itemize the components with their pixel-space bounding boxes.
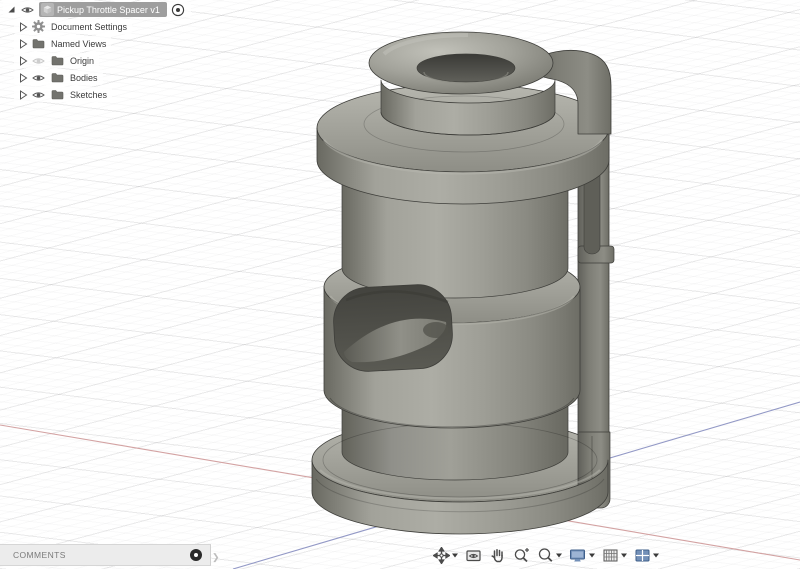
folder-icon [48, 89, 67, 100]
caret-down-icon [588, 552, 595, 560]
expand-arrow-icon[interactable] [16, 89, 29, 101]
caret-down-icon [555, 552, 562, 560]
browser-item-named-views[interactable]: Named Views [14, 36, 112, 51]
x-axis-line [0, 424, 800, 561]
layout-grid-button[interactable] [600, 546, 629, 565]
item-label: Named Views [51, 38, 107, 49]
expand-arrow-icon[interactable] [16, 55, 29, 67]
comments-chevron-icon[interactable]: ❯ [212, 552, 220, 563]
item-label: Bodies [70, 72, 98, 83]
look-at-button[interactable] [463, 546, 484, 565]
root-selection-chip[interactable]: Pickup Throttle Spacer v1 [39, 2, 167, 17]
look-at-icon [466, 550, 481, 562]
comments-bar[interactable]: COMMENTS [0, 544, 211, 566]
fit-button[interactable] [535, 546, 564, 565]
browser-item-origin[interactable]: Origin [14, 53, 100, 68]
comments-expand-icon[interactable] [190, 549, 202, 561]
item-label: Origin [70, 55, 95, 66]
caret-down-icon [652, 552, 659, 560]
layout-grid-icon [603, 549, 618, 562]
root-label: Pickup Throttle Spacer v1 [57, 4, 160, 15]
viewports-icon [635, 549, 650, 562]
browser-root-row[interactable]: Pickup Throttle Spacer v1 [3, 2, 191, 17]
comments-label: COMMENTS [13, 550, 66, 560]
browser-item-bodies[interactable]: Bodies [14, 70, 103, 85]
item-label: Sketches [70, 89, 108, 100]
component-icon [41, 3, 54, 16]
zoom-icon [514, 548, 529, 563]
folder-icon [48, 72, 67, 83]
navigation-toolbar [431, 546, 661, 565]
fit-icon [538, 548, 553, 562]
pan-button[interactable] [487, 546, 508, 565]
caret-down-icon [451, 552, 458, 560]
display-settings-icon [570, 549, 585, 562]
gear-icon [29, 20, 48, 33]
browser-item-document-settings[interactable]: Document Settings [14, 19, 133, 34]
activate-radio-icon[interactable] [171, 3, 186, 17]
zoom-button[interactable] [511, 546, 532, 565]
collapse-triangle-icon[interactable] [5, 4, 18, 15]
eye-icon[interactable] [18, 4, 37, 16]
browser-item-sketches[interactable]: Sketches [14, 87, 113, 102]
viewports-button[interactable] [632, 546, 661, 565]
eye-hidden-icon[interactable] [29, 55, 48, 67]
browser-tree: Pickup Throttle Spacer v1 Document Setti… [3, 2, 191, 102]
caret-down-icon [620, 552, 627, 560]
expand-arrow-icon[interactable] [16, 38, 29, 50]
item-label: Document Settings [51, 21, 128, 32]
orbit-icon [433, 547, 450, 564]
eye-icon[interactable] [29, 72, 48, 84]
model-body [311, 31, 615, 535]
display-settings-button[interactable] [567, 546, 597, 565]
pan-icon [491, 549, 503, 563]
z-axis-line [232, 401, 800, 569]
folder-icon [48, 55, 67, 66]
orbit-button[interactable] [431, 546, 460, 565]
expand-arrow-icon[interactable] [16, 72, 29, 84]
eye-icon[interactable] [29, 89, 48, 101]
expand-arrow-icon[interactable] [16, 21, 29, 33]
folder-icon [29, 38, 48, 49]
